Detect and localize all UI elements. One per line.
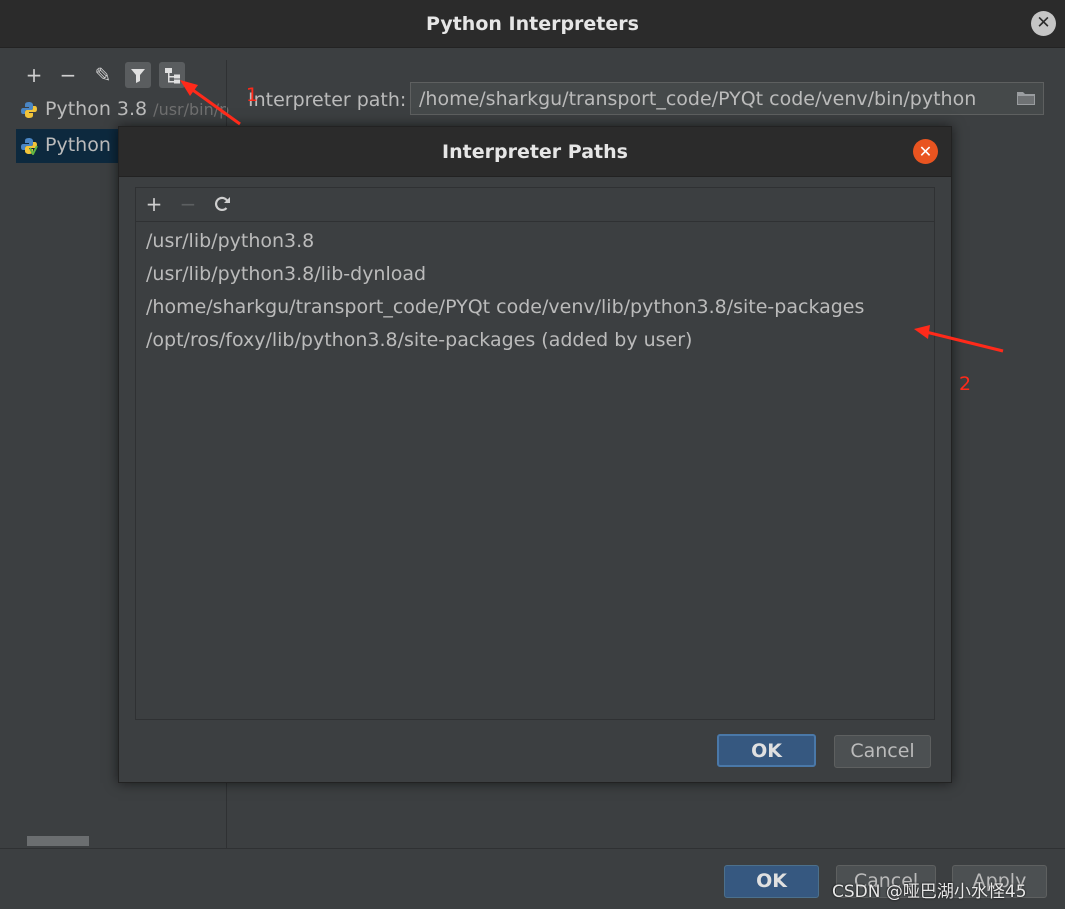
annotation-label-2: 2 bbox=[959, 373, 972, 395]
annotation-overlay bbox=[180, 80, 1004, 353]
watermark: CSDN @哑巴湖小水怪45 bbox=[832, 882, 1027, 902]
annotation-label-1: 1 bbox=[246, 84, 259, 106]
annotation-arrow-2 bbox=[914, 325, 1004, 353]
annotation-arrow-1 bbox=[180, 80, 241, 126]
